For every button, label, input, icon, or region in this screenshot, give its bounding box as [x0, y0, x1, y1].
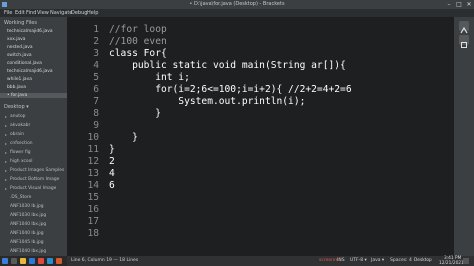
- file-explorer-icon[interactable]: [20, 258, 26, 264]
- code-line: //100 even: [109, 36, 167, 47]
- working-file-item-active[interactable]: • for.java: [0, 93, 67, 98]
- line-number: 5: [93, 72, 99, 83]
- status-bar: Line 6, Column 19 — 18 Lines INS UTF-8 ▾…: [67, 256, 474, 266]
- menu-find[interactable]: Find: [26, 9, 36, 17]
- project-file[interactable]: ANF1040 lbx.jpg: [10, 222, 46, 227]
- line-number: 10: [87, 132, 99, 143]
- project-folder[interactable]: high xcool: [5, 159, 32, 164]
- project-folder[interactable]: flower fig: [5, 150, 30, 155]
- working-file-item[interactable]: technicalmajid6.java: [7, 29, 53, 34]
- line-number: 4: [93, 60, 99, 71]
- line-number: 13: [87, 168, 99, 179]
- line-number: 12: [87, 156, 99, 167]
- working-file-item[interactable]: xxx.java: [7, 37, 25, 42]
- working-file-item[interactable]: bbb.java: [7, 85, 26, 90]
- project-file[interactable]: ANF1040 lbx.jpg: [10, 249, 46, 254]
- working-file-item[interactable]: switch.java: [7, 53, 32, 58]
- sidebar: Working Files technicalmajid6.java xxx.j…: [0, 17, 67, 256]
- line-number: 1: [93, 24, 99, 35]
- title-bar: • D:\java\for.java (Desktop) - Brackets …: [0, 0, 474, 9]
- desktop-label[interactable]: Desktop: [414, 256, 432, 266]
- code-line: public static void main(String ar[]){: [109, 60, 346, 71]
- project-file[interactable]: .DS_Store: [10, 195, 31, 200]
- code-line: 4: [109, 168, 115, 179]
- project-folder[interactable]: Product Images Samples: [5, 168, 64, 173]
- windows-start-icon[interactable]: [2, 258, 8, 264]
- screenrec-watermark: screenrec: [319, 258, 341, 263]
- code-editor[interactable]: 1 2 3 4 5 6 7 8 9 10 11 12 13 14 15 16 1…: [67, 17, 454, 256]
- code-line: }: [109, 132, 138, 143]
- project-folder[interactable]: cnfsection: [5, 141, 32, 146]
- live-preview-icon[interactable]: [459, 21, 469, 34]
- project-folder[interactable]: obrain: [5, 132, 24, 137]
- notification-icon[interactable]: [463, 258, 469, 264]
- line-number: 18: [87, 228, 99, 239]
- menu-debug[interactable]: Debug: [71, 9, 87, 17]
- line-number: 15: [87, 192, 99, 203]
- project-folder[interactable]: Product Visual Image: [5, 186, 56, 191]
- project-file[interactable]: ANF1040 lb.jpg: [10, 231, 44, 236]
- code-line: 6: [109, 180, 115, 191]
- line-number: 17: [87, 216, 99, 227]
- line-number: 7: [93, 96, 99, 107]
- code-line: int i;: [109, 72, 190, 83]
- minimize-button[interactable]: –: [444, 0, 454, 9]
- menu-navigate[interactable]: Navigate: [50, 9, 72, 17]
- line-number: 6: [93, 84, 99, 95]
- language-select[interactable]: Java ▾: [371, 256, 384, 266]
- code-line: //for loop: [109, 24, 167, 35]
- code-line: class For{: [109, 48, 167, 59]
- code-line: }: [109, 144, 115, 155]
- project-file[interactable]: ANF1030 lb.jpg: [10, 204, 44, 209]
- encoding-select[interactable]: UTF-8 ▾: [350, 256, 367, 266]
- maximize-button[interactable]: □: [454, 0, 464, 9]
- working-file-item[interactable]: nested.java: [7, 45, 33, 50]
- code-line-active: for(i=2;6<=100;i=i+2){ //2+2=4+2=6: [109, 84, 352, 95]
- project-file[interactable]: ANF1045 lb.jpg: [10, 240, 44, 245]
- line-number: 14: [87, 180, 99, 191]
- app-taskbar-icon[interactable]: [56, 258, 62, 264]
- spaces-setting[interactable]: Spaces: 4: [390, 256, 412, 266]
- menu-help[interactable]: Help: [87, 9, 98, 17]
- project-folder[interactable]: Product Bottom Image: [5, 177, 59, 182]
- brackets-taskbar-icon[interactable]: [47, 258, 53, 264]
- code-line: System.out.println(i);: [109, 96, 306, 107]
- line-number: 2: [93, 36, 99, 47]
- code-line: 2: [109, 156, 115, 167]
- menu-file[interactable]: File: [4, 9, 12, 17]
- line-number: 16: [87, 204, 99, 215]
- chrome-icon[interactable]: [38, 258, 44, 264]
- windows-taskbar: [0, 256, 67, 266]
- project-folder[interactable]: akvakabr: [5, 123, 30, 128]
- search-icon[interactable]: [11, 258, 17, 264]
- working-files-header: Working Files: [4, 20, 37, 26]
- line-number: 3: [93, 48, 99, 59]
- project-header[interactable]: Desktop ▾: [4, 104, 29, 110]
- menu-edit[interactable]: Edit: [15, 9, 25, 17]
- edge-icon[interactable]: [29, 258, 35, 264]
- line-number: 9: [93, 120, 99, 131]
- line-number: 8: [93, 108, 99, 119]
- window-title: • D:\java\for.java (Desktop) - Brackets: [189, 1, 285, 7]
- clock-date[interactable]: 12/21/2021: [439, 261, 464, 266]
- working-file-item[interactable]: while1.java: [7, 77, 32, 82]
- right-toolbar: [454, 17, 474, 256]
- project-file[interactable]: ANF1030 lbx.jpg: [10, 213, 46, 218]
- menu-view[interactable]: View: [37, 9, 49, 17]
- project-folder[interactable]: anutop: [5, 114, 26, 119]
- cursor-position: Line 6, Column 19 — 18 Lines: [71, 258, 139, 263]
- line-number: 11: [87, 144, 99, 155]
- extension-manager-icon[interactable]: [459, 35, 469, 48]
- working-file-item[interactable]: technicalmajid6.java: [7, 69, 53, 74]
- menu-bar: File Edit Find View Navigate Debug Help: [0, 9, 474, 17]
- close-button[interactable]: ✕: [464, 0, 474, 9]
- working-file-item[interactable]: conditional.java: [7, 61, 42, 66]
- code-line: }: [109, 108, 161, 119]
